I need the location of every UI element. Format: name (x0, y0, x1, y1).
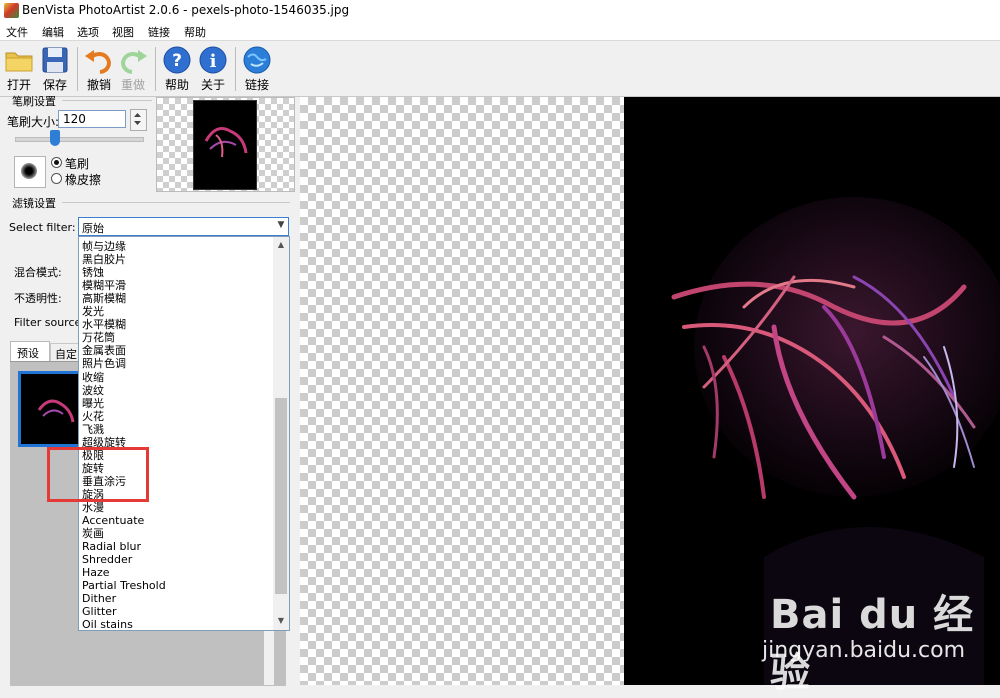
tab-custom[interactable]: 自定 (50, 343, 80, 361)
dropdown-scrollbar-thumb[interactable] (275, 398, 287, 594)
eraser-mode-radio[interactable] (51, 173, 62, 184)
undo-label: 撤销 (86, 78, 111, 92)
eraser-mode-label: 橡皮擦 (65, 173, 102, 187)
filter-option[interactable]: 水平模糊 (82, 318, 126, 331)
hair-thumbnail-image (37, 399, 75, 423)
filter-select-value: 原始 (82, 222, 104, 235)
brush-settings-title: 笔刷设置 (12, 95, 56, 108)
info-icon: i (199, 46, 227, 74)
menu-view[interactable]: 视图 (112, 24, 134, 40)
chevron-down-icon[interactable]: ▼ (275, 220, 287, 232)
brush-size-input[interactable]: 120 (58, 110, 126, 128)
brush-size-spinner[interactable] (130, 109, 147, 131)
filter-option[interactable]: Partial Treshold (82, 579, 166, 592)
filter-option[interactable]: Haze (82, 566, 110, 579)
filter-option[interactable]: 照片色调 (82, 357, 126, 370)
menu-link[interactable]: 链接 (148, 24, 170, 40)
filter-option[interactable]: Shredder (82, 553, 132, 566)
window-title: BenVista PhotoArtist 2.0.6 - pexels-phot… (22, 3, 350, 17)
menu-edit[interactable]: 编辑 (42, 24, 64, 40)
tab-custom-label: 自定 (55, 348, 77, 361)
filter-option[interactable]: 帧与边缘 (82, 240, 126, 253)
redo-label: 重做 (120, 78, 145, 92)
undo-icon (85, 50, 111, 74)
open-button[interactable]: 打开 (0, 43, 38, 93)
open-label: 打开 (6, 78, 31, 92)
select-filter-label: Select filter: (9, 221, 76, 234)
link-button[interactable]: 链接 (238, 43, 276, 93)
help-label: 帮助 (164, 78, 189, 92)
filter-option[interactable]: 模糊平滑 (82, 279, 126, 292)
group-divider (62, 202, 290, 203)
filter-option[interactable]: 炭画 (82, 527, 104, 540)
blend-mode-label: 混合模式: (14, 266, 62, 279)
tab-preset[interactable]: 预设 (10, 341, 50, 361)
spinner-arrows-icon (134, 113, 141, 125)
brush-size-slider-thumb[interactable] (50, 130, 60, 146)
menu-help[interactable]: 帮助 (184, 24, 206, 40)
filter-option[interactable]: Oil stains (82, 618, 133, 630)
menu-file[interactable]: 文件 (6, 24, 28, 40)
filter-option[interactable]: 万花筒 (82, 331, 115, 344)
undo-button[interactable]: 撤销 (80, 43, 118, 93)
opacity-label: 不透明性: (14, 292, 62, 305)
brush-shape-icon (21, 163, 37, 179)
filter-option[interactable]: Glitter (82, 605, 117, 618)
filter-option[interactable]: Accentuate (82, 514, 144, 527)
brush-size-slider-track[interactable] (15, 137, 144, 142)
tab-preset-label: 预设 (17, 347, 39, 360)
redo-button: 重做 (114, 43, 152, 93)
brush-mode-label: 笔刷 (65, 157, 90, 171)
filter-option[interactable]: 收缩 (82, 371, 104, 384)
filter-option[interactable]: Radial blur (82, 540, 141, 553)
title-bar: BenVista PhotoArtist 2.0.6 - pexels-phot… (0, 0, 1000, 22)
svg-text:i: i (210, 51, 217, 72)
menu-bar: 文件 编辑 选项 视图 链接 帮助 (0, 22, 1000, 41)
filter-option[interactable]: 锈蚀 (82, 266, 104, 279)
filter-option[interactable]: 金属表面 (82, 344, 126, 357)
save-label: 保存 (42, 78, 67, 92)
scroll-down-icon[interactable]: ▼ (275, 614, 287, 628)
filter-option[interactable]: 高斯模糊 (82, 292, 126, 305)
menu-options[interactable]: 选项 (77, 24, 99, 40)
help-icon: ? (163, 46, 191, 74)
canvas-transparent-area[interactable] (300, 97, 624, 685)
app-icon (4, 3, 19, 18)
filter-option[interactable]: 曝光 (82, 397, 104, 410)
group-divider (62, 100, 152, 101)
hair-thumbnail-image (204, 127, 248, 158)
floppy-icon (42, 47, 68, 73)
about-label: 关于 (200, 78, 225, 92)
filter-option[interactable]: 黑白胶片 (82, 253, 126, 266)
navigator-photo (193, 100, 257, 190)
help-button[interactable]: ? 帮助 (158, 43, 196, 93)
link-label: 链接 (244, 78, 269, 92)
svg-text:?: ? (172, 51, 182, 71)
filter-option[interactable]: 发光 (82, 305, 104, 318)
brush-mode-radio[interactable] (51, 157, 62, 168)
brush-size-label: 笔刷大小: (7, 115, 60, 129)
filter-option[interactable]: 飞溅 (82, 423, 104, 436)
redo-icon (121, 50, 147, 74)
filter-source-label: Filter source: (14, 316, 85, 329)
folder-icon (5, 52, 33, 72)
filter-option[interactable]: 波纹 (82, 384, 104, 397)
watermark-url: jingyan.baidu.com (762, 638, 966, 663)
filter-select[interactable] (78, 217, 289, 236)
about-button[interactable]: i 关于 (194, 43, 232, 93)
filter-dropdown-list: 帧与边缘 黑白胶片 锈蚀 模糊平滑 高斯模糊 发光 水平模糊 万花筒 金属表面 照片色调 收缩 波纹曝… (78, 236, 290, 631)
toolbar-separator (235, 47, 236, 91)
filter-option[interactable]: 水漫 (82, 501, 104, 514)
scroll-up-icon[interactable]: ▲ (275, 238, 287, 252)
globe-icon (243, 46, 271, 74)
toolbar: 打开 保存 撤销 重做 ? 帮助 i 关于 链接 (0, 41, 1000, 97)
filter-option[interactable]: Dither (82, 592, 116, 605)
toolbar-separator (77, 47, 78, 91)
filter-settings-title: 滤镜设置 (12, 197, 56, 210)
highlight-annotation-box (47, 447, 149, 502)
preset-thumbnail[interactable] (18, 371, 82, 447)
filter-option[interactable]: 火花 (82, 410, 104, 423)
toolbar-separator (155, 47, 156, 91)
save-button[interactable]: 保存 (36, 43, 74, 93)
